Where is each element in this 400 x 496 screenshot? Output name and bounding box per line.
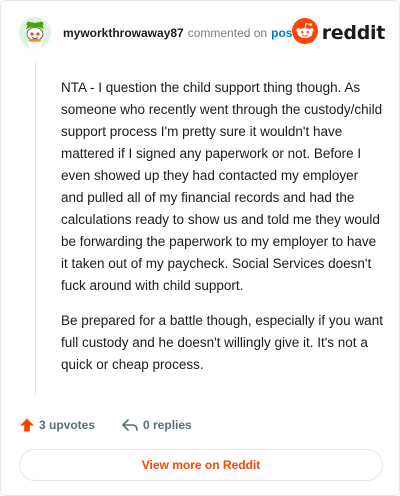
username-link[interactable]: myworkthrowaway87 <box>63 26 184 40</box>
snoo-avatar-icon[interactable] <box>19 17 51 49</box>
thread-line <box>35 61 36 396</box>
reddit-wordmark: reddit <box>321 22 386 44</box>
embedded-comment-card: myworkthrowaway87 commented on post reddit <box>0 0 400 496</box>
comment-body: NTA - I question the child support thing… <box>61 77 383 389</box>
commented-on-text: commented on <box>187 26 268 40</box>
comment-paragraph: NTA - I question the child support thing… <box>61 80 383 293</box>
reply-count: 0 replies <box>143 418 192 432</box>
comment-paragraph: Be prepared for a battle though, especia… <box>61 313 383 372</box>
comment-meta: myworkthrowaway87 commented on post <box>63 26 296 41</box>
upvote-count: 3 upvotes <box>39 418 96 432</box>
replies-button[interactable]: 0 replies <box>121 417 192 433</box>
comment-actions: 3 upvotes 0 replies <box>19 415 192 435</box>
upvote-arrow-icon <box>19 417 35 433</box>
upvote-button[interactable]: 3 upvotes <box>19 417 95 433</box>
reddit-logo[interactable]: reddit <box>291 17 386 49</box>
reddit-logo-icon <box>291 17 318 49</box>
comment-header: myworkthrowaway87 commented on post reddit <box>19 17 385 51</box>
view-more-button[interactable]: View more on Reddit <box>19 449 383 481</box>
reply-arrow-icon <box>121 417 139 433</box>
